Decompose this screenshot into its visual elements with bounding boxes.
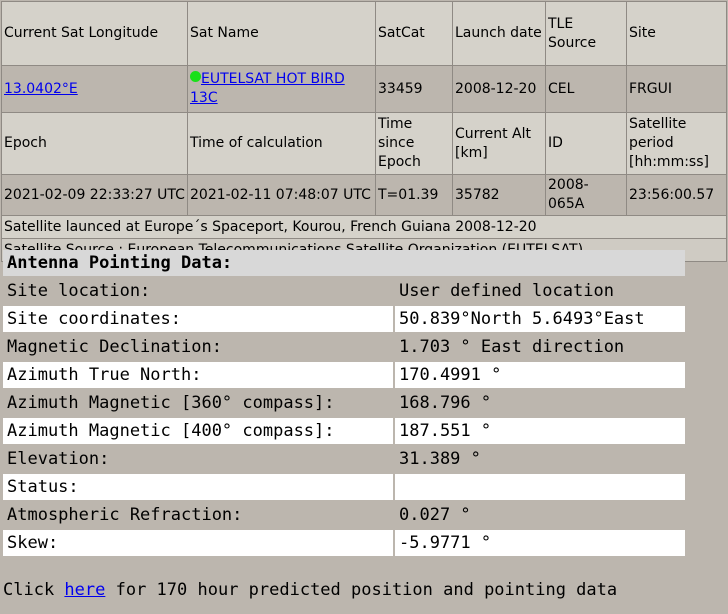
cell-satcat: 33459 bbox=[375, 65, 453, 113]
header-satellite-period: Satellite period [hh:mm:ss] bbox=[626, 112, 727, 175]
cell-site: FRGUI bbox=[626, 65, 727, 113]
footer-suffix: for 170 hour predicted position and poin… bbox=[105, 580, 618, 600]
cell-id: 2008-065A bbox=[545, 174, 627, 216]
antenna-label: Elevation: bbox=[7, 449, 110, 469]
cell-tle-source: CEL bbox=[545, 65, 627, 113]
antenna-label: Site location: bbox=[7, 281, 151, 301]
antenna-value: 31.389 ° bbox=[399, 449, 481, 469]
antenna-value bbox=[395, 474, 685, 500]
cell-launch-date: 2008-12-20 bbox=[452, 65, 546, 113]
antenna-value: 0.027 ° bbox=[399, 505, 471, 525]
satellite-info-table: Current Sat Longitude Sat Name SatCat La… bbox=[1, 1, 727, 262]
header-current-sat-longitude: Current Sat Longitude bbox=[1, 1, 188, 66]
antenna-value: 170.4991 ° bbox=[395, 362, 685, 388]
antenna-value: User defined location bbox=[399, 281, 614, 301]
header-tle-source: TLE Source bbox=[545, 1, 627, 66]
antenna-value: -5.9771 ° bbox=[395, 530, 685, 556]
antenna-value: 187.551 ° bbox=[395, 418, 685, 444]
antenna-label: Azimuth Magnetic [400° compass]: bbox=[3, 418, 393, 444]
header-site: Site bbox=[626, 1, 727, 66]
header-time-of-calculation: Time of calculation bbox=[187, 112, 376, 175]
header-id: ID bbox=[545, 112, 627, 175]
antenna-label: Atmospheric Refraction: bbox=[7, 505, 243, 525]
data-row-1: 13.0402°E EUTELSAT HOT BIRD 13C 33459 20… bbox=[1, 65, 727, 113]
antenna-label: Azimuth True North: bbox=[3, 362, 393, 388]
antenna-title: Antenna Pointing Data: bbox=[3, 250, 685, 276]
footer-note: Click here for 170 hour predicted positi… bbox=[3, 580, 617, 600]
cell-sat-name: EUTELSAT HOT BIRD 13C bbox=[187, 65, 376, 113]
header-epoch: Epoch bbox=[1, 112, 188, 175]
header-sat-name: Sat Name bbox=[187, 1, 376, 66]
header-time-since-epoch: Time since Epoch bbox=[375, 112, 453, 175]
cell-time-since: T=01.39 bbox=[375, 174, 453, 216]
antenna-label: Site coordinates: bbox=[3, 306, 393, 332]
antenna-label: Status: bbox=[3, 474, 393, 500]
header-launch-date: Launch date bbox=[452, 1, 546, 66]
antenna-value: 168.796 ° bbox=[399, 393, 492, 413]
cell-time-calc: 2021-02-11 07:48:07 UTC bbox=[187, 174, 376, 216]
cell-alt: 35782 bbox=[452, 174, 546, 216]
launch-note-row: Satellite launced at Europe´s Spaceport,… bbox=[1, 215, 727, 239]
header-row-1: Current Sat Longitude Sat Name SatCat La… bbox=[1, 1, 727, 66]
antenna-value: 50.839°North 5.6493°East bbox=[395, 306, 685, 332]
data-row-2: 2021-02-09 22:33:27 UTC 2021-02-11 07:48… bbox=[1, 174, 727, 216]
antenna-label: Magnetic Declination: bbox=[7, 337, 222, 357]
antenna-label: Azimuth Magnetic [360° compass]: bbox=[7, 393, 335, 413]
prediction-here-link[interactable]: here bbox=[64, 580, 105, 600]
antenna-value: 1.703 ° East direction bbox=[399, 337, 625, 357]
cell-period: 23:56:00.57 bbox=[626, 174, 727, 216]
launch-note: Satellite launced at Europe´s Spaceport,… bbox=[1, 215, 727, 239]
status-dot-icon bbox=[190, 71, 201, 82]
sat-name-link[interactable]: EUTELSAT HOT BIRD 13C bbox=[190, 71, 345, 106]
longitude-link[interactable]: 13.0402°E bbox=[4, 81, 78, 97]
header-row-2: Epoch Time of calculation Time since Epo… bbox=[1, 112, 727, 175]
header-current-alt: Current Alt [km] bbox=[452, 112, 546, 175]
antenna-label: Skew: bbox=[3, 530, 393, 556]
footer-prefix: Click bbox=[3, 580, 65, 600]
cell-epoch: 2021-02-09 22:33:27 UTC bbox=[1, 174, 188, 216]
cell-longitude: 13.0402°E bbox=[1, 65, 188, 113]
header-satcat: SatCat bbox=[375, 1, 453, 66]
